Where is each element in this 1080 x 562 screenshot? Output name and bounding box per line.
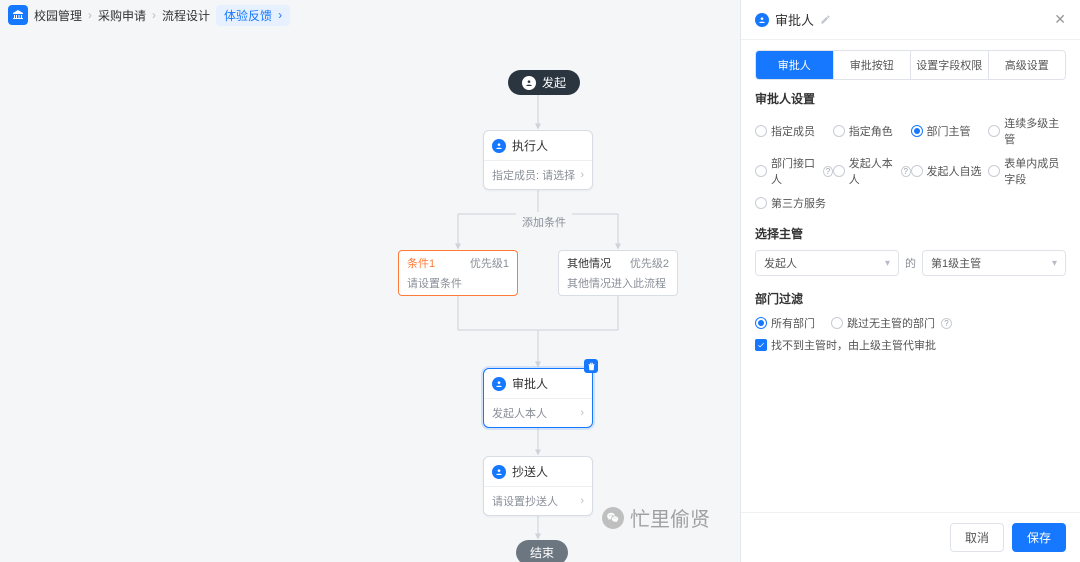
cancel-button[interactable]: 取消 — [950, 523, 1004, 552]
radio-icon — [755, 197, 767, 209]
approver-radio-group: 指定成员指定角色部门主管连续多级主管部门接口人?发起人本人?发起人自选表单内成员… — [755, 115, 1066, 211]
radio-label: 第三方服务 — [771, 195, 826, 211]
radio-label: 发起人本人 — [849, 155, 895, 187]
wechat-icon — [602, 507, 624, 529]
radio-icon — [988, 125, 1000, 137]
flow-edges — [0, 30, 740, 562]
section-filter-title: 部门过滤 — [755, 290, 1066, 307]
close-icon[interactable]: ✕ — [1054, 11, 1066, 28]
radio-icon — [911, 125, 923, 137]
config-panel: 审批人 ✕ 审批人 审批按钮 设置字段权限 高级设置 审批人设置 指定成员 指定角… — [740, 0, 1080, 562]
radio-icon — [755, 165, 767, 177]
radio-icon — [755, 125, 767, 137]
save-button[interactable]: 保存 — [1012, 523, 1066, 552]
help-icon[interactable]: ? — [823, 166, 833, 177]
radio-label: 部门接口人 — [771, 155, 817, 187]
radio-icon — [833, 165, 845, 177]
flow-end-node[interactable]: 结束 — [516, 540, 568, 562]
flow-start-node[interactable]: 发起 — [508, 70, 580, 95]
flow-cc-node[interactable]: 抄送人 请设置抄送人 › — [483, 456, 593, 516]
radio-label: 部门主管 — [927, 123, 971, 139]
chevron-down-icon: ▾ — [1052, 258, 1057, 269]
person-icon — [492, 377, 506, 391]
radio-option[interactable]: 第三方服务 — [755, 195, 833, 211]
breadcrumb-root[interactable]: 校园管理 — [34, 7, 82, 24]
tab-approver[interactable]: 审批人 — [756, 51, 834, 79]
breadcrumb: 校园管理 › 采购申请 › 流程设计 体验反馈 › — [0, 0, 740, 30]
radio-label: 指定成员 — [771, 123, 815, 139]
breadcrumb-active[interactable]: 体验反馈 › — [216, 5, 290, 26]
flow-approver-node[interactable]: 审批人 发起人本人 › — [483, 368, 593, 428]
help-icon[interactable]: ? — [901, 166, 911, 177]
watermark: 忙里偷贤 — [602, 503, 710, 532]
radio-option[interactable]: 部门主管 — [911, 115, 989, 147]
chevron-right-icon: › — [580, 407, 584, 419]
flow-condition-1[interactable]: 条件1 优先级1 请设置条件 — [398, 250, 518, 296]
radio-option[interactable]: 连续多级主管 — [988, 115, 1066, 147]
chevron-right-icon: › — [88, 8, 92, 22]
radio-label: 跳过无主管的部门 — [847, 315, 935, 331]
person-icon — [755, 13, 769, 27]
radio-label: 表单内成员字段 — [1004, 155, 1066, 187]
radio-icon — [911, 165, 923, 177]
panel-tabs: 审批人 审批按钮 设置字段权限 高级设置 — [755, 50, 1066, 80]
radio-label: 发起人自选 — [927, 163, 982, 179]
select-level[interactable]: 第1级主管 ▾ — [922, 250, 1066, 276]
chevron-right-icon: › — [580, 169, 584, 181]
fallback-check[interactable]: 找不到主管时，由上级主管代审批 — [755, 337, 1066, 353]
bank-icon — [8, 5, 28, 25]
radio-label: 连续多级主管 — [1004, 115, 1066, 147]
checkbox-on-icon — [755, 339, 767, 351]
section-approver-title: 审批人设置 — [755, 90, 1066, 107]
radio-label: 指定角色 — [849, 123, 893, 139]
radio-icon — [831, 317, 843, 329]
radio-option[interactable]: 发起人本人? — [833, 155, 911, 187]
chevron-right-icon: › — [278, 8, 282, 22]
radio-option[interactable]: 跳过无主管的部门? — [831, 315, 952, 331]
radio-option[interactable]: 部门接口人? — [755, 155, 833, 187]
tab-field-perm[interactable]: 设置字段权限 — [911, 51, 989, 79]
section-pick-title: 选择主管 — [755, 225, 1066, 242]
person-icon — [492, 465, 506, 479]
chevron-right-icon: › — [580, 495, 584, 507]
radio-icon — [833, 125, 845, 137]
node-action-badge[interactable] — [584, 359, 598, 373]
tab-advanced[interactable]: 高级设置 — [989, 51, 1066, 79]
panel-title: 审批人 — [775, 10, 814, 29]
chevron-down-icon: ▾ — [885, 258, 890, 269]
person-icon — [492, 139, 506, 153]
radio-icon — [988, 165, 1000, 177]
person-icon — [522, 76, 536, 90]
flow-condition-2[interactable]: 其他情况 优先级2 其他情况进入此流程 — [558, 250, 678, 296]
radio-option[interactable]: 表单内成员字段 — [988, 155, 1066, 187]
filter-radio-group: 所有部门跳过无主管的部门? — [755, 315, 1066, 331]
chevron-right-icon: › — [152, 8, 156, 22]
flow-canvas[interactable]: 发起 执行人 指定成员: 请选择 › 添加条件 条件1 — [0, 30, 740, 562]
tab-buttons[interactable]: 审批按钮 — [834, 51, 912, 79]
radio-option[interactable]: 发起人自选 — [911, 155, 989, 187]
radio-option[interactable]: 指定角色 — [833, 115, 911, 147]
radio-option[interactable]: 所有部门 — [755, 315, 815, 331]
flow-exec-node[interactable]: 执行人 指定成员: 请选择 › — [483, 130, 593, 190]
breadcrumb-item-1[interactable]: 采购申请 — [98, 7, 146, 24]
edit-icon[interactable] — [820, 14, 831, 25]
breadcrumb-item-2[interactable]: 流程设计 — [162, 7, 210, 24]
add-condition-label[interactable]: 添加条件 — [516, 212, 572, 232]
radio-option[interactable]: 指定成员 — [755, 115, 833, 147]
radio-icon — [755, 317, 767, 329]
select-from[interactable]: 发起人 ▾ — [755, 250, 899, 276]
help-icon[interactable]: ? — [941, 318, 952, 329]
radio-label: 所有部门 — [771, 315, 815, 331]
